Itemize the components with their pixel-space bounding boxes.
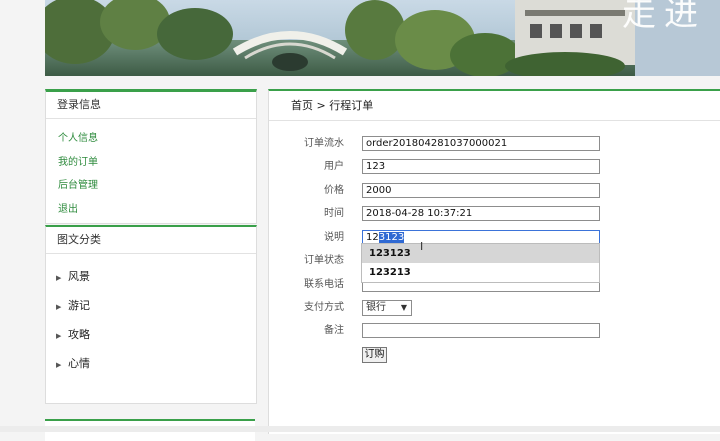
bullet-arrow-icon: ▶ [56, 303, 62, 311]
phone-label: 联系电话 [304, 279, 344, 290]
category-item-guide[interactable]: ▶ 攻略 [56, 320, 256, 349]
user-row: 用户 123 [269, 159, 720, 175]
payment-row: 支付方式 银行 ▼ [269, 300, 720, 316]
note-label: 备注 [324, 325, 344, 336]
status-label: 订单状态 [304, 255, 344, 266]
banner-image [45, 0, 720, 76]
banner-title: 走进 [622, 0, 706, 34]
category-label: 攻略 [68, 328, 90, 341]
time-label: 时间 [324, 208, 344, 219]
desc-selected-text: 3123 [378, 232, 405, 243]
order-no-label: 订单流水 [304, 138, 344, 149]
autocomplete-option[interactable]: 123123 [362, 244, 599, 263]
breadcrumb: 首页 > 行程订单 [269, 91, 720, 121]
desc-text: 12 [366, 232, 379, 243]
category-panel-title: 图文分类 [46, 227, 256, 254]
chevron-down-icon: ▼ [400, 303, 407, 312]
login-panel-title: 登录信息 [46, 92, 256, 119]
text-cursor-icon: I [420, 240, 424, 253]
desc-label: 说明 [324, 232, 344, 243]
category-item-travelogue[interactable]: ▶ 游记 [56, 291, 256, 320]
category-label: 心情 [68, 357, 90, 370]
nav-profile-link[interactable]: 个人信息 [58, 127, 256, 151]
note-input[interactable] [362, 323, 600, 338]
order-no-row: 订单流水 order201804281037000021 [269, 136, 720, 152]
nav-logout-link[interactable]: 退出 [58, 198, 256, 222]
category-label: 游记 [68, 299, 90, 312]
bullet-arrow-icon: ▶ [56, 361, 62, 369]
payment-selected: 银行 [366, 302, 386, 313]
order-submit-button[interactable]: 订购 [362, 347, 387, 363]
time-row: 时间 2018-04-28 10:37:21 [269, 206, 720, 222]
nav-my-orders-link[interactable]: 我的订单 [58, 151, 256, 175]
header-banner: 走进 [45, 0, 720, 76]
bullet-arrow-icon: ▶ [56, 274, 62, 282]
time-input[interactable]: 2018-04-28 10:37:21 [362, 206, 600, 221]
category-item-mood[interactable]: ▶ 心情 [56, 349, 256, 378]
autocomplete-dropdown: 123123 123213 [361, 243, 600, 283]
order-no-input[interactable]: order201804281037000021 [362, 136, 600, 151]
nav-admin-link[interactable]: 后台管理 [58, 174, 256, 198]
bullet-arrow-icon: ▶ [56, 332, 62, 340]
payment-label: 支付方式 [304, 302, 344, 313]
category-item-scenery[interactable]: ▶ 风景 [56, 262, 256, 291]
user-input[interactable]: 123 [362, 159, 600, 174]
price-row: 价格 2000 [269, 183, 720, 199]
autocomplete-option[interactable]: 123213 [362, 263, 599, 282]
submit-row: 订购 [269, 347, 720, 363]
user-label: 用户 [324, 161, 344, 172]
login-info-panel: 登录信息 个人信息 我的订单 后台管理 退出 [45, 89, 257, 224]
note-row: 备注 [269, 323, 720, 339]
category-label: 风景 [68, 270, 90, 283]
price-input[interactable]: 2000 [362, 183, 600, 198]
category-panel: 图文分类 ▶ 风景 ▶ 游记 ▶ 攻略 ▶ 心情 [45, 225, 257, 404]
payment-select[interactable]: 银行 ▼ [362, 300, 412, 316]
status-bar [0, 426, 720, 432]
price-label: 价格 [324, 185, 344, 196]
